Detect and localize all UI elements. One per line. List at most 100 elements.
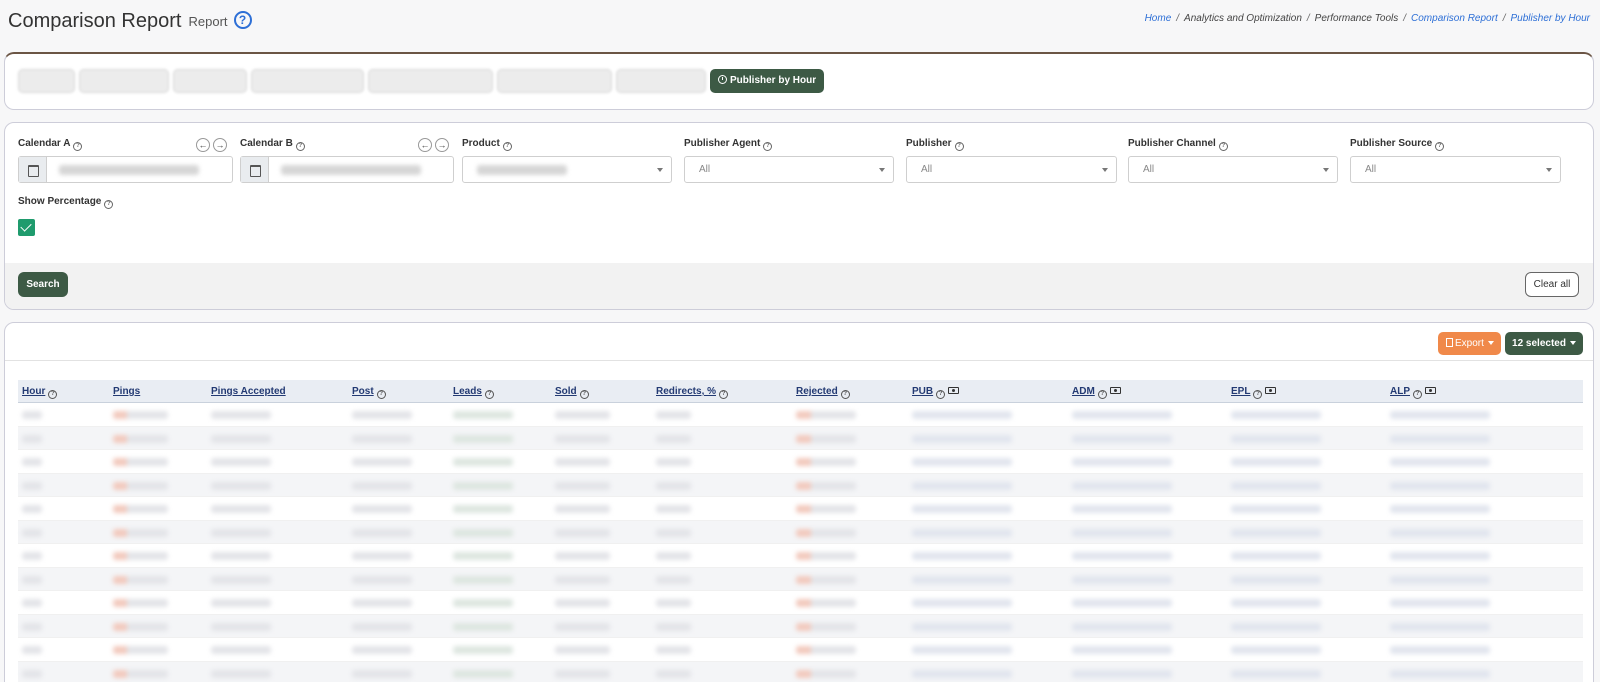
help-icon[interactable]: ? xyxy=(840,390,850,399)
table-row[interactable] xyxy=(18,661,1583,682)
column-header-sold[interactable]: Sold? xyxy=(555,386,589,399)
table-row[interactable] xyxy=(18,450,1583,474)
tab-blurred-1[interactable] xyxy=(18,69,75,93)
table-cell-blurred xyxy=(555,622,610,631)
help-icon[interactable]: ? xyxy=(1218,142,1228,151)
breadcrumb-item[interactable]: Publisher by Hour xyxy=(1511,13,1590,24)
help-icon[interactable]: ? xyxy=(763,142,773,151)
table-row[interactable] xyxy=(18,638,1583,662)
calendar-a-input[interactable] xyxy=(18,156,233,183)
column-header-leads[interactable]: Leads? xyxy=(453,386,494,399)
money-icon[interactable] xyxy=(1425,387,1436,394)
export-button[interactable]: Export xyxy=(1438,332,1501,355)
calendar-a-value-blurred xyxy=(59,165,199,175)
table-cell-blurred xyxy=(113,458,168,466)
table-row[interactable] xyxy=(18,497,1583,521)
column-header-pings-accepted[interactable]: Pings Accepted xyxy=(211,386,286,397)
help-icon[interactable]: ? xyxy=(954,142,964,151)
help-icon[interactable]: ? xyxy=(1253,390,1263,399)
table-cell-blurred xyxy=(22,458,42,466)
help-icon[interactable]: ? xyxy=(719,390,729,399)
publisher-select[interactable]: All xyxy=(906,156,1117,183)
table-cell-blurred xyxy=(656,599,691,607)
publisher-source-select[interactable]: All xyxy=(1350,156,1561,183)
column-selector-button[interactable]: 12 selected xyxy=(1505,332,1583,355)
table-cell-blurred xyxy=(211,434,271,443)
column-header-epl[interactable]: EPL? xyxy=(1231,386,1277,399)
tab-blurred-2[interactable] xyxy=(79,69,169,93)
tab-blurred-5[interactable] xyxy=(368,69,493,93)
column-header-post[interactable]: Post? xyxy=(352,386,386,399)
help-circle-icon[interactable]: ? xyxy=(233,11,252,29)
results-table: Hour? Pings Pings Accepted Post? Leads? Sold?… xyxy=(18,380,1583,682)
table-cell-blurred xyxy=(22,411,42,419)
column-header-alp[interactable]: ALP? xyxy=(1390,386,1436,399)
money-icon[interactable] xyxy=(1109,387,1121,394)
help-icon[interactable]: ? xyxy=(295,142,305,151)
table-row[interactable] xyxy=(18,614,1583,638)
tab-blurred-6[interactable] xyxy=(497,69,612,93)
clear-all-button[interactable]: Clear all xyxy=(1525,272,1579,297)
show-percentage-checkbox[interactable] xyxy=(18,219,35,236)
column-header-label: Pings Accepted xyxy=(211,386,286,397)
table-cell-blurred xyxy=(1231,481,1321,490)
calendar-b-input[interactable] xyxy=(240,156,454,183)
publisher-source-label-text: Publisher Source xyxy=(1350,138,1433,149)
table-cell-blurred xyxy=(352,481,412,490)
breadcrumb-item[interactable]: Home xyxy=(1145,13,1172,24)
help-icon[interactable]: ? xyxy=(1413,390,1422,399)
publisher-channel-label: Publisher Channel? xyxy=(1128,138,1228,151)
calendar-a-prev-button[interactable]: ← xyxy=(196,138,210,152)
help-icon[interactable]: ? xyxy=(376,390,386,399)
money-icon[interactable] xyxy=(948,387,960,394)
help-icon[interactable]: ? xyxy=(48,390,58,399)
column-header-adm[interactable]: ADM? xyxy=(1072,386,1121,399)
tab-blurred-7[interactable] xyxy=(616,69,706,93)
table-row[interactable] xyxy=(18,567,1583,591)
product-value-blurred xyxy=(477,165,567,175)
column-header-hour[interactable]: Hour? xyxy=(22,386,58,399)
table-cell-blurred xyxy=(352,505,412,513)
money-icon[interactable] xyxy=(1265,387,1277,394)
table-cell-blurred xyxy=(656,505,691,513)
table-row[interactable] xyxy=(18,591,1583,615)
table-cell-blurred xyxy=(1390,622,1490,631)
tab-blurred-3[interactable] xyxy=(173,69,247,93)
breadcrumb-item[interactable]: Comparison Report xyxy=(1411,13,1498,24)
table-row[interactable] xyxy=(18,426,1583,450)
help-icon[interactable]: ? xyxy=(1097,390,1107,399)
tab-publisher-by-hour[interactable]: Publisher by Hour xyxy=(710,69,825,93)
help-icon[interactable]: ? xyxy=(579,390,589,399)
calendar-b-next-button[interactable]: → xyxy=(435,138,449,152)
table-cell-blurred xyxy=(1072,458,1172,466)
help-icon[interactable]: ? xyxy=(484,390,494,399)
table-row[interactable] xyxy=(18,520,1583,544)
help-icon[interactable]: ? xyxy=(73,142,83,151)
publisher-source-value: All xyxy=(1365,164,1377,175)
publisher-agent-select[interactable]: All xyxy=(684,156,894,183)
calendar-a-next-button[interactable]: → xyxy=(213,138,227,152)
table-row[interactable] xyxy=(18,544,1583,568)
help-icon[interactable]: ? xyxy=(936,390,946,399)
help-icon[interactable]: ? xyxy=(104,200,114,209)
table-cell-blurred xyxy=(113,575,168,584)
table-cell-blurred xyxy=(22,481,42,490)
table-cell-blurred xyxy=(912,575,1012,584)
help-icon[interactable]: ? xyxy=(502,142,512,151)
column-header-redirects[interactable]: Redirects, %? xyxy=(656,386,729,399)
column-header-label: Redirects, % xyxy=(656,386,717,397)
calendar-b-prev-button[interactable]: ← xyxy=(418,138,432,152)
help-icon[interactable]: ? xyxy=(1435,142,1445,151)
product-select[interactable] xyxy=(462,156,672,183)
column-header-rejected[interactable]: Rejected? xyxy=(796,386,850,399)
tab-blurred-4[interactable] xyxy=(251,69,364,93)
column-header-pub[interactable]: PUB? xyxy=(912,386,960,399)
column-header-pings[interactable]: Pings xyxy=(113,386,140,397)
table-row[interactable] xyxy=(18,403,1583,427)
publisher-channel-select[interactable]: All xyxy=(1128,156,1338,183)
table-cell-blurred xyxy=(453,552,513,560)
table-row[interactable] xyxy=(18,473,1583,497)
table-cell-blurred xyxy=(1072,646,1172,654)
table-cell-blurred xyxy=(211,669,271,678)
search-button[interactable]: Search xyxy=(18,272,68,297)
